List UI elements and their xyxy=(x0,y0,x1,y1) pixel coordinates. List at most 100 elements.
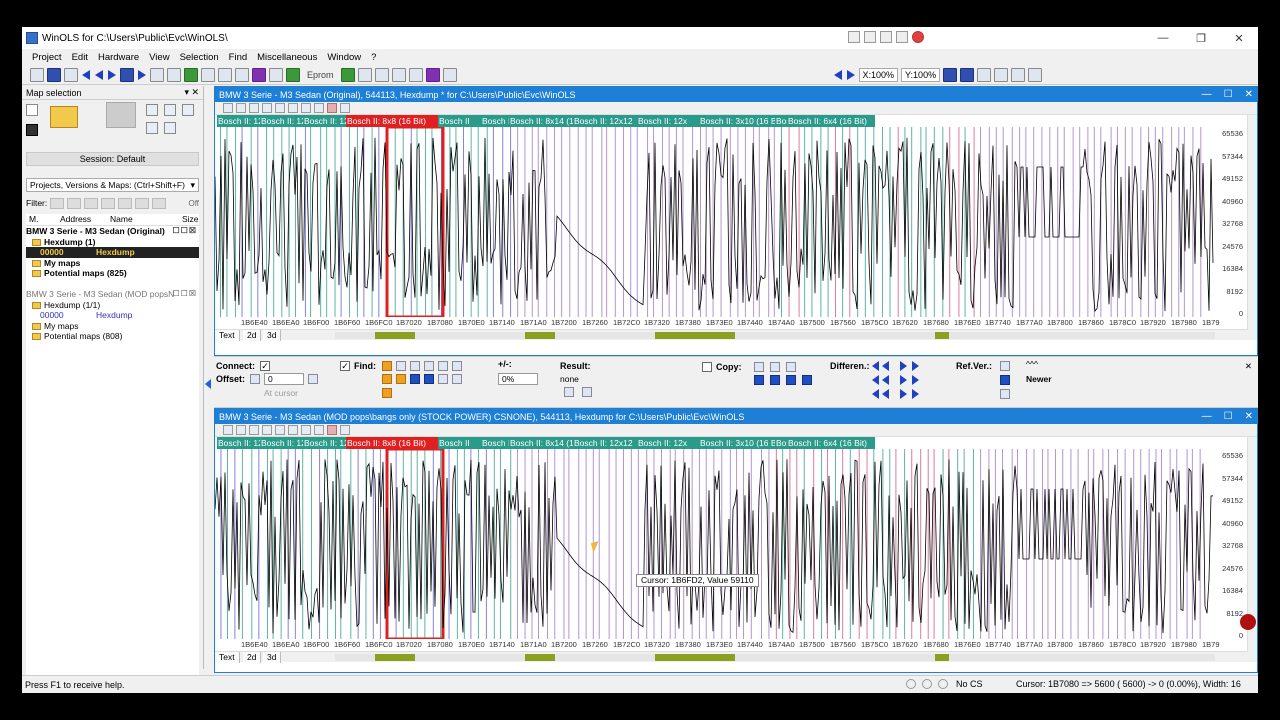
copy-table2-icon[interactable] xyxy=(770,375,780,385)
map-icon[interactable] xyxy=(288,103,298,113)
projects-dropdown[interactable]: Projects, Versions & Maps: (Ctrl+Shift+F… xyxy=(26,178,199,192)
back-icon[interactable] xyxy=(94,68,104,82)
menu-hardware[interactable]: Hardware xyxy=(98,52,139,63)
copy-table-icon[interactable] xyxy=(754,375,764,385)
table-icon[interactable] xyxy=(120,67,134,82)
view-tab-text[interactable]: Text xyxy=(215,652,240,663)
filter-off[interactable]: Off xyxy=(188,199,199,208)
menu-find[interactable]: Find xyxy=(229,52,247,63)
x-zoom-field[interactable]: X:100% xyxy=(858,67,899,82)
save-icon[interactable] xyxy=(26,124,38,136)
map-segment-label[interactable]: Bosch II: 8x8 (16 Bit) xyxy=(346,437,438,449)
diff2-last-icon[interactable] xyxy=(912,375,919,385)
map-segment-label[interactable]: Bosch II xyxy=(481,437,509,449)
close-button[interactable]: ✕ xyxy=(1245,411,1253,422)
view-tab-3d[interactable]: 3d xyxy=(263,652,282,663)
hexdump-2d-plot[interactable]: 65536 57344 49152 40960 32768 24576 16384 8192 0 xyxy=(215,127,1257,317)
collapse-panel-icon[interactable] xyxy=(205,379,211,389)
copy-icon[interactable] xyxy=(236,103,246,113)
tree-item-buttons[interactable]: ☐☐☒ xyxy=(172,289,197,300)
tree-item[interactable]: My maps xyxy=(26,258,199,269)
select-icon[interactable] xyxy=(374,67,389,82)
map-segment-label[interactable]: Bosc xyxy=(775,437,787,449)
find-table-icon[interactable] xyxy=(438,374,448,384)
tree-item[interactable]: BMW 3 Serie - M3 Sedan (MOD popsN ☐☐☒ xyxy=(26,289,199,300)
close-button[interactable]: ✕ xyxy=(1220,27,1258,49)
view-tab-2d[interactable]: 2d xyxy=(243,330,262,341)
copy-table3-icon[interactable] xyxy=(786,375,796,385)
map-segment-label[interactable]: Bosch II: 3x10 (16 Bi xyxy=(699,115,775,127)
result-minus-button[interactable] xyxy=(564,387,574,397)
map-segment-label[interactable]: Bosch II xyxy=(481,115,509,127)
diff-next-icon[interactable] xyxy=(900,361,907,371)
minimize-button[interactable]: — xyxy=(1144,27,1182,49)
menu-selection[interactable]: Selection xyxy=(180,52,219,63)
view-tab-3d[interactable]: 3d xyxy=(263,330,282,341)
view4-icon[interactable] xyxy=(994,67,1009,82)
find-3-icon[interactable] xyxy=(424,361,434,371)
offset-plus-button[interactable] xyxy=(308,374,318,384)
copy-checkbox[interactable] xyxy=(702,362,712,372)
copy-up3-icon[interactable] xyxy=(786,362,796,372)
result-plus-button[interactable] xyxy=(582,387,592,397)
cut-icon[interactable] xyxy=(223,103,233,113)
map-icon[interactable] xyxy=(167,67,181,82)
map-icon[interactable] xyxy=(288,425,298,435)
tree-item[interactable]: 00000 Hexdump xyxy=(26,310,199,321)
map-segment-label[interactable]: Bosch II: 12x xyxy=(637,115,699,127)
stop-icon[interactable] xyxy=(896,31,908,43)
diff2-prev-icon[interactable] xyxy=(882,375,889,385)
map-segment-label[interactable]: Bosch II: 12x12 xyxy=(260,437,303,449)
map-segment-label[interactable]: Bosch II: 12x12 xyxy=(260,115,303,127)
delete-icon[interactable] xyxy=(327,425,337,435)
diff3-next-icon[interactable] xyxy=(900,389,907,399)
window-icon[interactable] xyxy=(47,67,61,82)
menu-help[interactable]: ? xyxy=(371,52,376,63)
ctrl-close-icon[interactable]: ✕ xyxy=(1245,361,1252,372)
menu-project[interactable]: Project xyxy=(32,52,62,63)
map-segment-label[interactable]: Bosch II: 12x12 xyxy=(217,437,260,449)
close-button[interactable]: ✕ xyxy=(1245,89,1253,100)
search-map-icon[interactable] xyxy=(184,67,198,82)
maximize-button[interactable]: ❐ xyxy=(1182,27,1220,49)
paste-icon[interactable] xyxy=(408,67,423,82)
paste-icon[interactable] xyxy=(249,103,259,113)
tree-item[interactable]: Hexdump (1/1) xyxy=(26,300,199,311)
settings-small-icon[interactable] xyxy=(182,104,194,116)
verify-icon[interactable] xyxy=(269,67,283,82)
next-icon[interactable] xyxy=(846,68,856,82)
undo-icon[interactable] xyxy=(340,425,350,435)
copy-up-icon[interactable] xyxy=(754,362,764,372)
diff3-last-icon[interactable] xyxy=(912,389,919,399)
prev-icon[interactable] xyxy=(833,68,843,82)
vertical-scrollbar[interactable] xyxy=(1247,115,1257,330)
view6-icon[interactable] xyxy=(1028,67,1043,82)
map-segment-label[interactable]: Bosch II: 12x12 xyxy=(217,115,260,127)
copy-up2-icon[interactable] xyxy=(770,362,780,372)
edit-small-icon[interactable] xyxy=(164,104,176,116)
map-segment-label[interactable]: Bosch II: 6x4 (16 Bit) xyxy=(787,437,875,449)
offset-input[interactable]: 0 xyxy=(264,373,304,385)
map-segment-label[interactable]: Bosch II xyxy=(438,437,481,449)
filter-btn-1[interactable] xyxy=(50,197,65,209)
map-edit-icon[interactable] xyxy=(275,103,285,113)
record-icon[interactable] xyxy=(912,31,924,43)
filter-btn-4[interactable] xyxy=(101,197,116,209)
diff2-next-icon[interactable] xyxy=(900,375,907,385)
view2-icon[interactable] xyxy=(960,67,975,82)
paste-icon[interactable] xyxy=(249,425,259,435)
tree-item[interactable]: Potential maps (808) xyxy=(26,331,199,342)
find-4-icon[interactable] xyxy=(438,361,448,371)
refver-icon[interactable] xyxy=(1000,361,1010,371)
map-segment-label[interactable]: Bosc xyxy=(775,115,787,127)
pause-icon[interactable] xyxy=(1000,375,1010,385)
diff-first-icon[interactable] xyxy=(872,361,879,371)
map-segment-label[interactable]: Bosch II: 8x14 (16 Bit) xyxy=(509,437,573,449)
percent-dropdown[interactable]: 0% xyxy=(498,373,538,385)
menu-edit[interactable]: Edit xyxy=(72,52,88,63)
horizontal-scrollbar[interactable] xyxy=(335,654,1215,661)
map-2-icon[interactable] xyxy=(301,425,311,435)
map-2-icon[interactable] xyxy=(301,103,311,113)
delete-icon[interactable] xyxy=(327,103,337,113)
tree-item[interactable] xyxy=(26,279,199,290)
